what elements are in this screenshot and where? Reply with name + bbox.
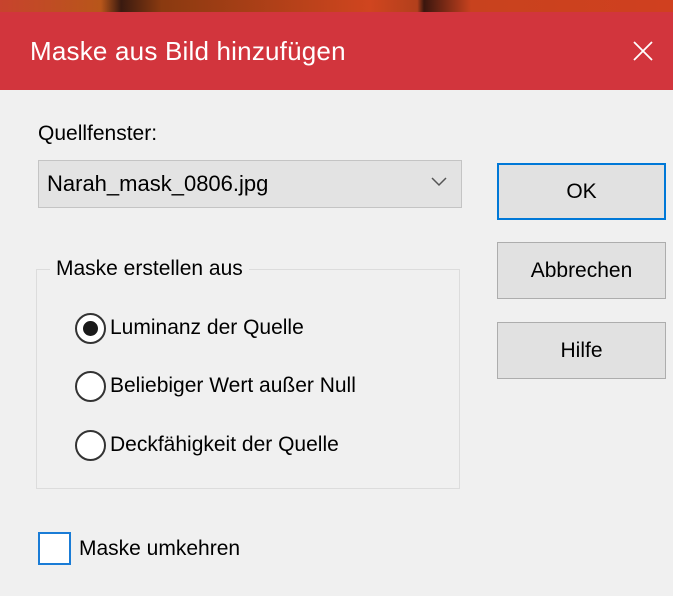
radio-button[interactable] (75, 429, 106, 461)
cancel-button[interactable]: Abbrechen (497, 242, 666, 299)
radio-label: Beliebiger Wert außer Null (110, 374, 356, 397)
radio-any-nonzero[interactable]: Beliebiger Wert außer Null (75, 369, 356, 403)
chevron-down-icon (431, 177, 447, 187)
invert-mask-option[interactable]: Maske umkehren (38, 532, 240, 565)
radio-button[interactable] (75, 370, 106, 402)
radio-label: Luminanz der Quelle (110, 316, 304, 339)
source-window-value: Narah_mask_0806.jpg (47, 171, 269, 196)
title-bar: Maske aus Bild hinzufügen (0, 12, 673, 90)
radio-label: Deckfähigkeit der Quelle (110, 433, 339, 456)
radio-source-opacity[interactable]: Deckfähigkeit der Quelle (75, 428, 339, 462)
window-title: Maske aus Bild hinzufügen (30, 36, 346, 66)
mask-source-legend: Maske erstellen aus (50, 257, 249, 281)
help-button[interactable]: Hilfe (497, 322, 666, 379)
close-icon (633, 41, 653, 61)
invert-mask-label: Maske umkehren (79, 536, 241, 560)
invert-mask-checkbox[interactable] (38, 532, 71, 565)
radio-luminance[interactable]: Luminanz der Quelle (75, 311, 304, 345)
background-strip (0, 0, 673, 12)
source-window-dropdown[interactable]: Narah_mask_0806.jpg (38, 160, 462, 208)
radio-button-selected[interactable] (75, 312, 106, 344)
close-button[interactable] (613, 12, 673, 90)
ok-button[interactable]: OK (497, 163, 666, 220)
source-window-label: Quellfenster: (38, 122, 158, 145)
